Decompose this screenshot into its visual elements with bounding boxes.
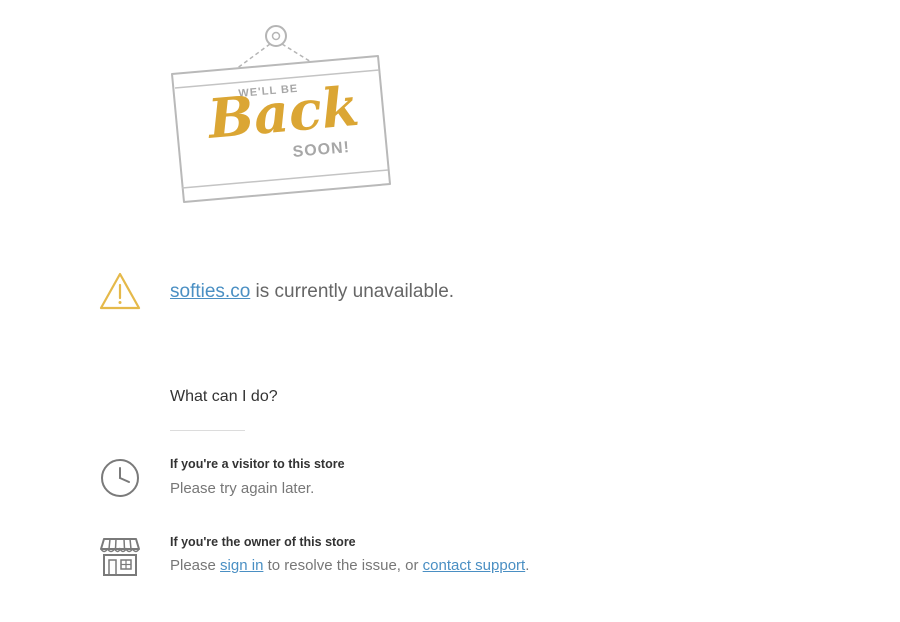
well-be-back-soon-sign: WE'LL BE Back SOON! xyxy=(160,20,400,210)
what-can-i-do-heading: What can I do? xyxy=(170,388,278,405)
sign-main-text: Back xyxy=(205,73,362,151)
unavailable-message: softies.co is currently unavailable. xyxy=(170,281,454,303)
owner-text-after: . xyxy=(525,557,530,574)
owner-text-middle: to resolve the issue, or xyxy=(263,557,423,574)
owner-instruction: Please sign in to resolve the issue, or … xyxy=(170,557,529,574)
sign-in-link[interactable]: sign in xyxy=(220,557,263,574)
owner-heading: If you're the owner of this store xyxy=(170,535,356,549)
unavailable-status-text: is currently unavailable. xyxy=(250,281,455,302)
store-link[interactable]: softies.co xyxy=(170,281,250,302)
section-divider xyxy=(170,430,245,431)
visitor-heading: If you're a visitor to this store xyxy=(170,457,345,471)
store-unavailable-page: WE'LL BE Back SOON! softies.co is curren… xyxy=(0,0,900,622)
clock-icon xyxy=(98,456,142,500)
visitor-instruction: Please try again later. xyxy=(170,480,315,497)
owner-text-before: Please xyxy=(170,557,221,574)
contact-support-link[interactable]: contact support xyxy=(423,557,526,574)
warning-triangle-icon xyxy=(98,271,142,311)
storefront-icon xyxy=(98,535,142,579)
